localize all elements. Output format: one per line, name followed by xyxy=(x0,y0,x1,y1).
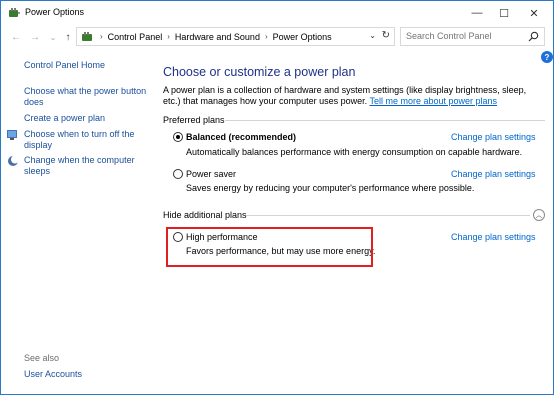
breadcrumb-separator[interactable]: › xyxy=(265,32,268,41)
forward-arrow-icon: → xyxy=(30,31,40,43)
search-input[interactable] xyxy=(406,31,521,41)
help-icon[interactable]: ? xyxy=(541,51,553,63)
balanced-plan-description: Automatically balances performance with … xyxy=(186,147,523,157)
display-shield-icon xyxy=(7,130,17,140)
highlight-box xyxy=(166,227,373,267)
control-panel-home-link[interactable]: Control Panel Home xyxy=(24,60,105,71)
power-saver-radio[interactable] xyxy=(173,169,183,179)
preferred-plans-title: Preferred plans xyxy=(163,115,225,125)
chevron-up-icon: ︿ xyxy=(535,212,543,219)
minimize-icon: — xyxy=(471,7,483,19)
power-button-link[interactable]: Choose what the power button does xyxy=(24,86,149,108)
refresh-icon[interactable]: ↻ xyxy=(382,30,390,41)
turn-off-display-link[interactable]: Choose when to turn off the display xyxy=(24,129,149,151)
chevron-down-icon: ⌄ xyxy=(49,32,57,42)
maximize-icon: ☐ xyxy=(499,7,509,20)
up-button[interactable]: ↑ xyxy=(61,30,75,44)
power-saver-change-settings-link[interactable]: Change plan settings xyxy=(451,169,536,179)
page-title: Choose or customize a power plan xyxy=(163,65,356,79)
intro-text: A power plan is a collection of hardware… xyxy=(163,85,543,107)
search-box[interactable] xyxy=(400,27,545,46)
breadcrumb-power-options[interactable]: Power Options xyxy=(273,32,332,42)
balanced-change-settings-link[interactable]: Change plan settings xyxy=(451,132,536,142)
left-pane: Control Panel Home Choose what the power… xyxy=(1,51,156,391)
control-panel-icon xyxy=(82,31,92,41)
address-bar[interactable]: › Control Panel › Hardware and Sound › P… xyxy=(76,27,395,46)
window-title: Power Options xyxy=(25,7,85,17)
hide-additional-plans-title[interactable]: Hide additional plans xyxy=(163,210,247,220)
close-icon: ✕ xyxy=(529,7,539,20)
maximize-button[interactable]: ☐ xyxy=(487,1,521,25)
collapse-chevron-up-icon[interactable]: ︿ xyxy=(533,209,545,221)
close-button[interactable]: ✕ xyxy=(517,1,551,25)
search-icon[interactable] xyxy=(528,31,539,42)
up-arrow-icon: ↑ xyxy=(65,31,71,43)
breadcrumb-control-panel[interactable]: Control Panel xyxy=(108,32,163,42)
learn-more-link[interactable]: Tell me more about power plans xyxy=(369,96,497,106)
user-accounts-link[interactable]: User Accounts xyxy=(24,369,82,380)
balanced-radio[interactable] xyxy=(173,132,183,142)
address-dropdown-icon[interactable]: ⌄ xyxy=(369,31,376,40)
power-saver-plan-description: Saves energy by reducing your computer's… xyxy=(186,183,475,193)
balanced-plan-name[interactable]: Balanced (recommended) xyxy=(186,132,296,142)
navigation-bar: ← → ⌄ ↑ › Control Panel › Hardware and S… xyxy=(1,25,553,49)
title-bar: Power Options — ☐ ✕ xyxy=(1,1,553,25)
computer-sleeps-link[interactable]: Change when the computer sleeps xyxy=(24,155,149,177)
recent-locations-button[interactable]: ⌄ xyxy=(46,30,60,44)
create-power-plan-link[interactable]: Create a power plan xyxy=(24,113,105,124)
high-performance-change-settings-link[interactable]: Change plan settings xyxy=(451,232,536,242)
breadcrumb-hardware-and-sound[interactable]: Hardware and Sound xyxy=(175,32,260,42)
forward-button[interactable]: → xyxy=(28,30,42,44)
section-divider xyxy=(246,215,530,216)
section-divider xyxy=(225,120,545,121)
moon-icon xyxy=(8,155,19,166)
see-also-label: See also xyxy=(24,353,60,363)
back-button[interactable]: ← xyxy=(9,30,23,44)
breadcrumb-separator[interactable]: › xyxy=(167,32,170,41)
breadcrumb-separator: › xyxy=(100,32,103,41)
power-saver-plan-name[interactable]: Power saver xyxy=(186,169,236,179)
power-options-window: Power Options — ☐ ✕ ← → ⌄ ↑ › Control Pa… xyxy=(0,0,554,395)
power-options-icon xyxy=(9,8,20,17)
back-arrow-icon: ← xyxy=(11,31,21,43)
